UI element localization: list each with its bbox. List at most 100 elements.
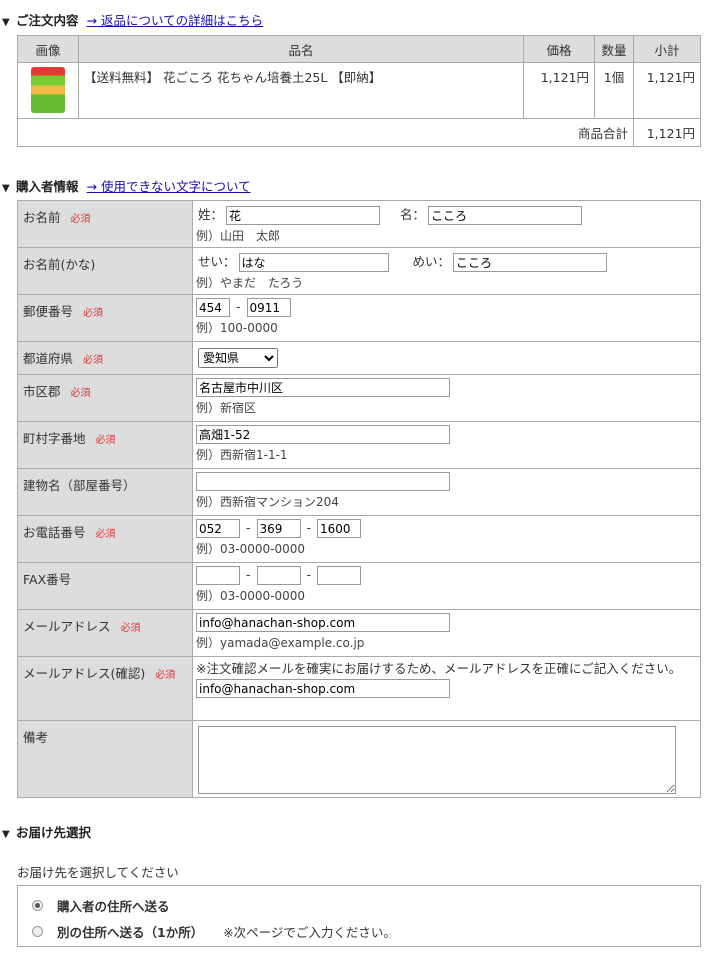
email-input[interactable] (196, 613, 450, 632)
mail-confirm-note: ※注文確認メールを確実にお届けするため、メールアドレスを正確にご記入ください。 (196, 661, 682, 676)
invalid-chars-link[interactable]: → 使用できない文字について (87, 179, 251, 194)
zip-example: 例）100-0000 (196, 321, 278, 335)
row-town: 町村字番地必須 例）西新宿1-1-1 (17, 421, 701, 469)
zip2-input[interactable] (246, 298, 291, 317)
first-name-kana-input[interactable] (453, 253, 608, 272)
ship-option-other[interactable]: 別の住所へ送る（1か所） ※次ページでご入力ください。 (32, 922, 396, 941)
sei-kana-label: せい： (198, 254, 236, 269)
radio-selected-icon[interactable] (32, 900, 43, 911)
fax-example: 例）03-0000-0000 (196, 589, 306, 603)
required-badge: 必須 (155, 670, 176, 681)
mail-example: 例）yamada@example.co.jp (196, 636, 365, 650)
item-name: 【送料無料】 花ごころ 花ちゃん培養土25L 【即納】 (78, 62, 524, 119)
memo-textarea[interactable] (198, 726, 676, 794)
buyer-section-heading: ▼ 購入者情報 → 使用できない文字について (2, 176, 251, 195)
row-tel: お電話番号必須 - - 例）03-0000-0000 (17, 515, 701, 563)
required-badge: 必須 (95, 529, 116, 540)
kana-example: 例）やまだ たろう (196, 276, 304, 290)
mail-label: メールアドレス (23, 619, 111, 634)
mei-kana-label: めい： (412, 254, 451, 269)
name-example: 例）山田 太郎 (196, 229, 281, 243)
shipping-intro: お届け先を選択してください (17, 865, 179, 880)
required-badge: 必須 (83, 355, 104, 366)
item-qty: 1個 (594, 62, 634, 119)
collapse-triangle-icon: ▼ (2, 183, 10, 194)
total-value: 1,121円 (633, 118, 701, 147)
buyer-section-title: 購入者情報 (16, 179, 79, 194)
ship-option-other-label: 別の住所へ送る（1か所） (57, 925, 204, 940)
order-table-header: 画像 品名 価格 数量 小計 (17, 35, 701, 63)
order-item-row: 【送料無料】 花ごころ 花ちゃん培養土25L 【即納】 1,121円 1個 1,… (17, 62, 701, 119)
fax-separator: - (246, 567, 251, 582)
buyer-form-table: お名前必須 姓： 名： 例）山田 太郎 お名前(かな) せい： めい： 例）やまだ … (17, 200, 701, 798)
shipping-options-box: 購入者の住所へ送る 別の住所へ送る（1か所） ※次ページでご入力ください。 (17, 885, 701, 947)
city-input[interactable] (196, 378, 450, 397)
order-section-heading: ▼ ご注文内容 → 返品についての詳細はこちら (2, 10, 263, 29)
first-name-input[interactable] (428, 206, 583, 225)
last-name-input[interactable] (226, 206, 381, 225)
row-kana: お名前(かな) せい： めい： 例）やまだ たろう (17, 247, 701, 295)
building-input[interactable] (196, 472, 450, 491)
row-pref: 都道府県 必須 愛知県 (17, 341, 701, 375)
tel-separator: - (246, 520, 251, 535)
prefecture-select[interactable]: 愛知県 (198, 348, 278, 368)
pref-label: 都道府県 (23, 351, 74, 366)
return-policy-link[interactable]: → 返品についての詳細はこちら (87, 13, 264, 28)
row-fax: FAX番号 - - 例）03-0000-0000 (17, 562, 701, 610)
row-city: 市区郡必須 例）新宿区 (17, 374, 701, 422)
col-price: 価格 (523, 35, 595, 63)
last-name-kana-input[interactable] (238, 253, 389, 272)
town-input[interactable] (196, 425, 450, 444)
kana-label: お名前(かな) (23, 257, 96, 272)
tel2-input[interactable] (256, 519, 301, 538)
collapse-triangle-icon: ▼ (2, 829, 10, 840)
row-zip: 郵便番号必須 - 例）100-0000 (17, 294, 701, 342)
fax1-input[interactable] (196, 566, 240, 585)
radio-unselected-icon[interactable] (32, 926, 43, 937)
fax-separator: - (306, 567, 312, 582)
mail-confirm-label: メールアドレス(確認) (23, 666, 146, 681)
product-thumbnail[interactable] (31, 67, 65, 113)
city-example: 例）新宿区 (196, 401, 257, 415)
name-label: お名前 (23, 210, 61, 225)
row-name: お名前必須 姓： 名： 例）山田 太郎 (17, 200, 701, 248)
city-label: 市区郡 (23, 384, 61, 399)
sei-label: 姓： (198, 207, 224, 222)
tel-label: お電話番号 (23, 525, 86, 540)
required-badge: 必須 (70, 388, 91, 399)
mei-label: 名： (400, 207, 426, 222)
order-section-title: ご注文内容 (16, 13, 79, 28)
fax-label: FAX番号 (23, 572, 72, 587)
fax3-input[interactable] (317, 566, 362, 585)
required-badge: 必須 (70, 214, 91, 225)
row-mail: メールアドレス必須 例）yamada@example.co.jp (17, 609, 701, 657)
zip-separator: - (236, 299, 241, 314)
ship-option-buyer[interactable]: 購入者の住所へ送る (32, 896, 170, 915)
total-label: 商品合計 (17, 118, 634, 147)
order-total-row: 商品合計 1,121円 (17, 118, 701, 147)
shipping-section-heading: ▼ お届け先選択 (2, 822, 91, 841)
email-confirm-input[interactable] (196, 679, 450, 698)
tel1-input[interactable] (196, 519, 240, 538)
town-label: 町村字番地 (23, 431, 86, 446)
town-example: 例）西新宿1-1-1 (196, 448, 288, 462)
col-image: 画像 (17, 35, 79, 63)
required-badge: 必須 (120, 623, 141, 634)
required-badge: 必須 (95, 435, 116, 446)
order-table: 画像 品名 価格 数量 小計 【送料無料】 花ごころ 花ちゃん培養土25L 【即… (17, 35, 701, 147)
building-label: 建物名（部屋番号） (23, 478, 136, 493)
row-mail-confirm: メールアドレス(確認) 必須 ※注文確認メールを確実にお届けするため、メールアドレ… (17, 656, 701, 721)
row-memo: 備考 (17, 720, 701, 798)
tel-example: 例）03-0000-0000 (196, 542, 306, 556)
fax2-input[interactable] (256, 566, 301, 585)
item-price: 1,121円 (523, 62, 595, 119)
tel3-input[interactable] (317, 519, 362, 538)
tel-separator: - (306, 520, 312, 535)
required-badge: 必須 (83, 308, 104, 319)
row-building: 建物名（部屋番号） 例）西新宿マンション204 (17, 468, 701, 516)
zip-label: 郵便番号 (23, 304, 74, 319)
col-subtotal: 小計 (633, 35, 701, 63)
col-qty: 数量 (594, 35, 634, 63)
zip1-input[interactable] (196, 298, 230, 317)
building-example: 例）西新宿マンション204 (196, 495, 339, 509)
